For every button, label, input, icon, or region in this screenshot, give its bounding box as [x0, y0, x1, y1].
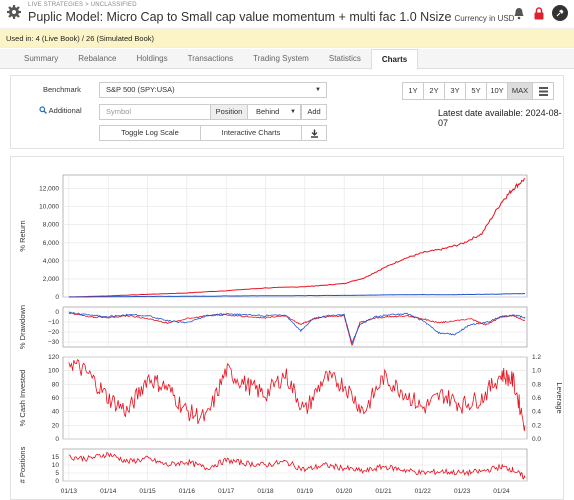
chart-2-ytick-label: 40: [52, 409, 60, 416]
chart-3-xtick-label: 01/24: [493, 488, 510, 495]
chart-0-ytick-label: 10,000: [39, 204, 59, 211]
chart-2-ytick-label: 0: [55, 436, 59, 443]
tab-holdings[interactable]: Holdings: [126, 49, 177, 68]
tab-statistics[interactable]: Statistics: [319, 49, 371, 68]
tab-transactions[interactable]: Transactions: [178, 49, 244, 68]
strategy-header: LIVE STRATEGIES > UNCLASSIFIED Puplic Mo…: [0, 0, 574, 27]
benchmark-select[interactable]: S&P 500 (SPY:USA) ▼: [99, 82, 327, 98]
chart-1-ytick-label: 0: [55, 309, 59, 316]
header-actions: [512, 5, 568, 21]
additional-text: Additional: [48, 106, 82, 115]
interactive-charts-button[interactable]: Interactive Charts: [200, 125, 302, 141]
search-icon: [39, 106, 47, 114]
caret-down-icon: ▼: [290, 109, 296, 115]
chart-1-series-0-line: [68, 312, 526, 346]
gear-icon[interactable]: [6, 4, 22, 20]
period-1y[interactable]: 1Y: [402, 82, 424, 100]
chart-3-xtick-label: 01/13: [61, 488, 78, 495]
toggle-log-scale-button[interactable]: Toggle Log Scale: [99, 125, 201, 141]
chart-0-series-0-line: [68, 178, 526, 298]
download-icon: [310, 129, 318, 138]
period-max[interactable]: MAX: [507, 82, 533, 100]
grid-view-button[interactable]: [532, 82, 554, 100]
chart-3-xtick-label: 01/22: [415, 488, 432, 495]
position-button[interactable]: Position: [210, 104, 248, 120]
additional-label: Additional: [39, 106, 82, 115]
chart-2-ytick-label: 100: [48, 368, 59, 375]
chart-3-ylabel: # Positions: [18, 446, 27, 483]
tab-charts[interactable]: Charts: [370, 49, 419, 70]
latest-date: Latest date available: 2024-08-07: [438, 108, 562, 128]
chart-3-ytick-label: 15: [52, 454, 60, 461]
chart-2-ytick-label: 120: [48, 354, 59, 361]
chart-1-ylabel: % Drawdown: [18, 305, 27, 349]
chart-2-ytick-label: 60: [52, 395, 60, 402]
chart-1-ytick-label: −10: [48, 319, 59, 326]
strategy-title: Puplic Model: Micro Cap to Small cap val…: [28, 10, 452, 24]
chart-0-ytick-label: 6,000: [43, 240, 60, 247]
benchmark-value: S&P 500 (SPY:USA): [106, 85, 175, 94]
tab-trading-system[interactable]: Trading System: [243, 49, 319, 68]
chart-2-ylabel: % Cash Invested: [18, 370, 27, 427]
menu-icon: [538, 87, 548, 96]
chart-3-ytick-label: 5: [55, 470, 59, 477]
lock-icon[interactable]: [532, 6, 546, 20]
performance-charts: 0 2,000 4,000 6,000 8,000 10,000 12,000 % Retur…: [18, 174, 564, 495]
page-title: Puplic Model: Micro Cap to Small cap val…: [28, 10, 514, 24]
chart-2-ylabel-right: Leverage: [555, 382, 564, 413]
chart-controls-panel: Benchmark S&P 500 (SPY:USA) ▼ Additional…: [10, 75, 564, 149]
chart-3-xtick-label: 01/19: [297, 488, 314, 495]
currency-label: Currency in USD: [454, 14, 515, 23]
behind-value: Behind: [256, 107, 280, 116]
chart-0-ytick-label: 2,000: [43, 276, 60, 283]
chart-2-ytick-right-label: 1.2: [532, 354, 541, 361]
chart-2-ytick-right-label: 0.8: [532, 381, 541, 388]
add-button[interactable]: Add: [301, 104, 327, 120]
chart-2-ytick-right-label: 0.4: [532, 409, 541, 416]
chart-0-ytick-label: 0: [55, 294, 59, 301]
download-button[interactable]: [301, 125, 327, 141]
chart-1-frame: [62, 306, 528, 348]
chart-2-ytick-right-label: 0.6: [532, 395, 541, 402]
chart-0-ytick-label: 12,000: [39, 186, 59, 193]
chart-1-ytick-label: −20: [48, 329, 59, 336]
chart-3-xtick-label: 01/18: [257, 488, 274, 495]
used-in-banner: Used in: 4 (Live Book) / 26 (Simulated B…: [0, 28, 574, 48]
chart-2-ytick-right-label: 1.0: [532, 368, 541, 375]
charts-frame: 0 2,000 4,000 6,000 8,000 10,000 12,000 % Retur…: [10, 156, 564, 500]
chart-0-ytick-label: 8,000: [43, 222, 60, 229]
breadcrumb[interactable]: LIVE STRATEGIES > UNCLASSIFIED: [28, 2, 137, 8]
period-selector: 1Y 2Y 3Y 5Y 10Y MAX: [402, 82, 554, 100]
tab-summary[interactable]: Summary: [14, 49, 68, 68]
chart-3-xtick-label: 01/16: [179, 488, 196, 495]
chart-3-xtick-label: 01/21: [375, 488, 392, 495]
chart-2-ytick-label: 80: [52, 381, 60, 388]
chart-3-xtick-label: 01/20: [336, 488, 353, 495]
pin-icon[interactable]: [552, 5, 568, 21]
tab-rebalance[interactable]: Rebalance: [68, 49, 126, 68]
tab-bar: Summary Rebalance Holdings Transactions …: [0, 49, 574, 70]
chart-3-series-0-line: [68, 451, 526, 480]
chart-0-ylabel: % Return: [18, 220, 27, 251]
period-2y[interactable]: 2Y: [423, 82, 445, 100]
chart-3-xtick-label: 01/23: [454, 488, 471, 495]
chart-1-ytick-label: −30: [48, 339, 59, 346]
benchmark-label: Benchmark: [43, 85, 81, 94]
behind-select[interactable]: Behind ▼: [247, 104, 301, 120]
chart-3-ytick-label: 10: [52, 462, 60, 469]
chart-3-xtick-label: 01/17: [218, 488, 235, 495]
symbol-input[interactable]: Symbol: [99, 104, 211, 120]
chart-3-xtick-label: 01/14: [100, 488, 117, 495]
chart-3-ytick-label: 0: [55, 478, 59, 485]
chart-0-ytick-label: 4,000: [43, 258, 60, 265]
chart-2-ytick-right-label: 0.0: [532, 436, 541, 443]
caret-down-icon: ▼: [315, 87, 321, 93]
chart-2-ytick-label: 20: [52, 422, 60, 429]
bell-icon[interactable]: [512, 6, 526, 20]
period-3y[interactable]: 3Y: [444, 82, 466, 100]
period-10y[interactable]: 10Y: [486, 82, 508, 100]
period-5y[interactable]: 5Y: [465, 82, 487, 100]
chart-2-ytick-right-label: 0.2: [532, 422, 541, 429]
chart-3-xtick-label: 01/15: [139, 488, 156, 495]
